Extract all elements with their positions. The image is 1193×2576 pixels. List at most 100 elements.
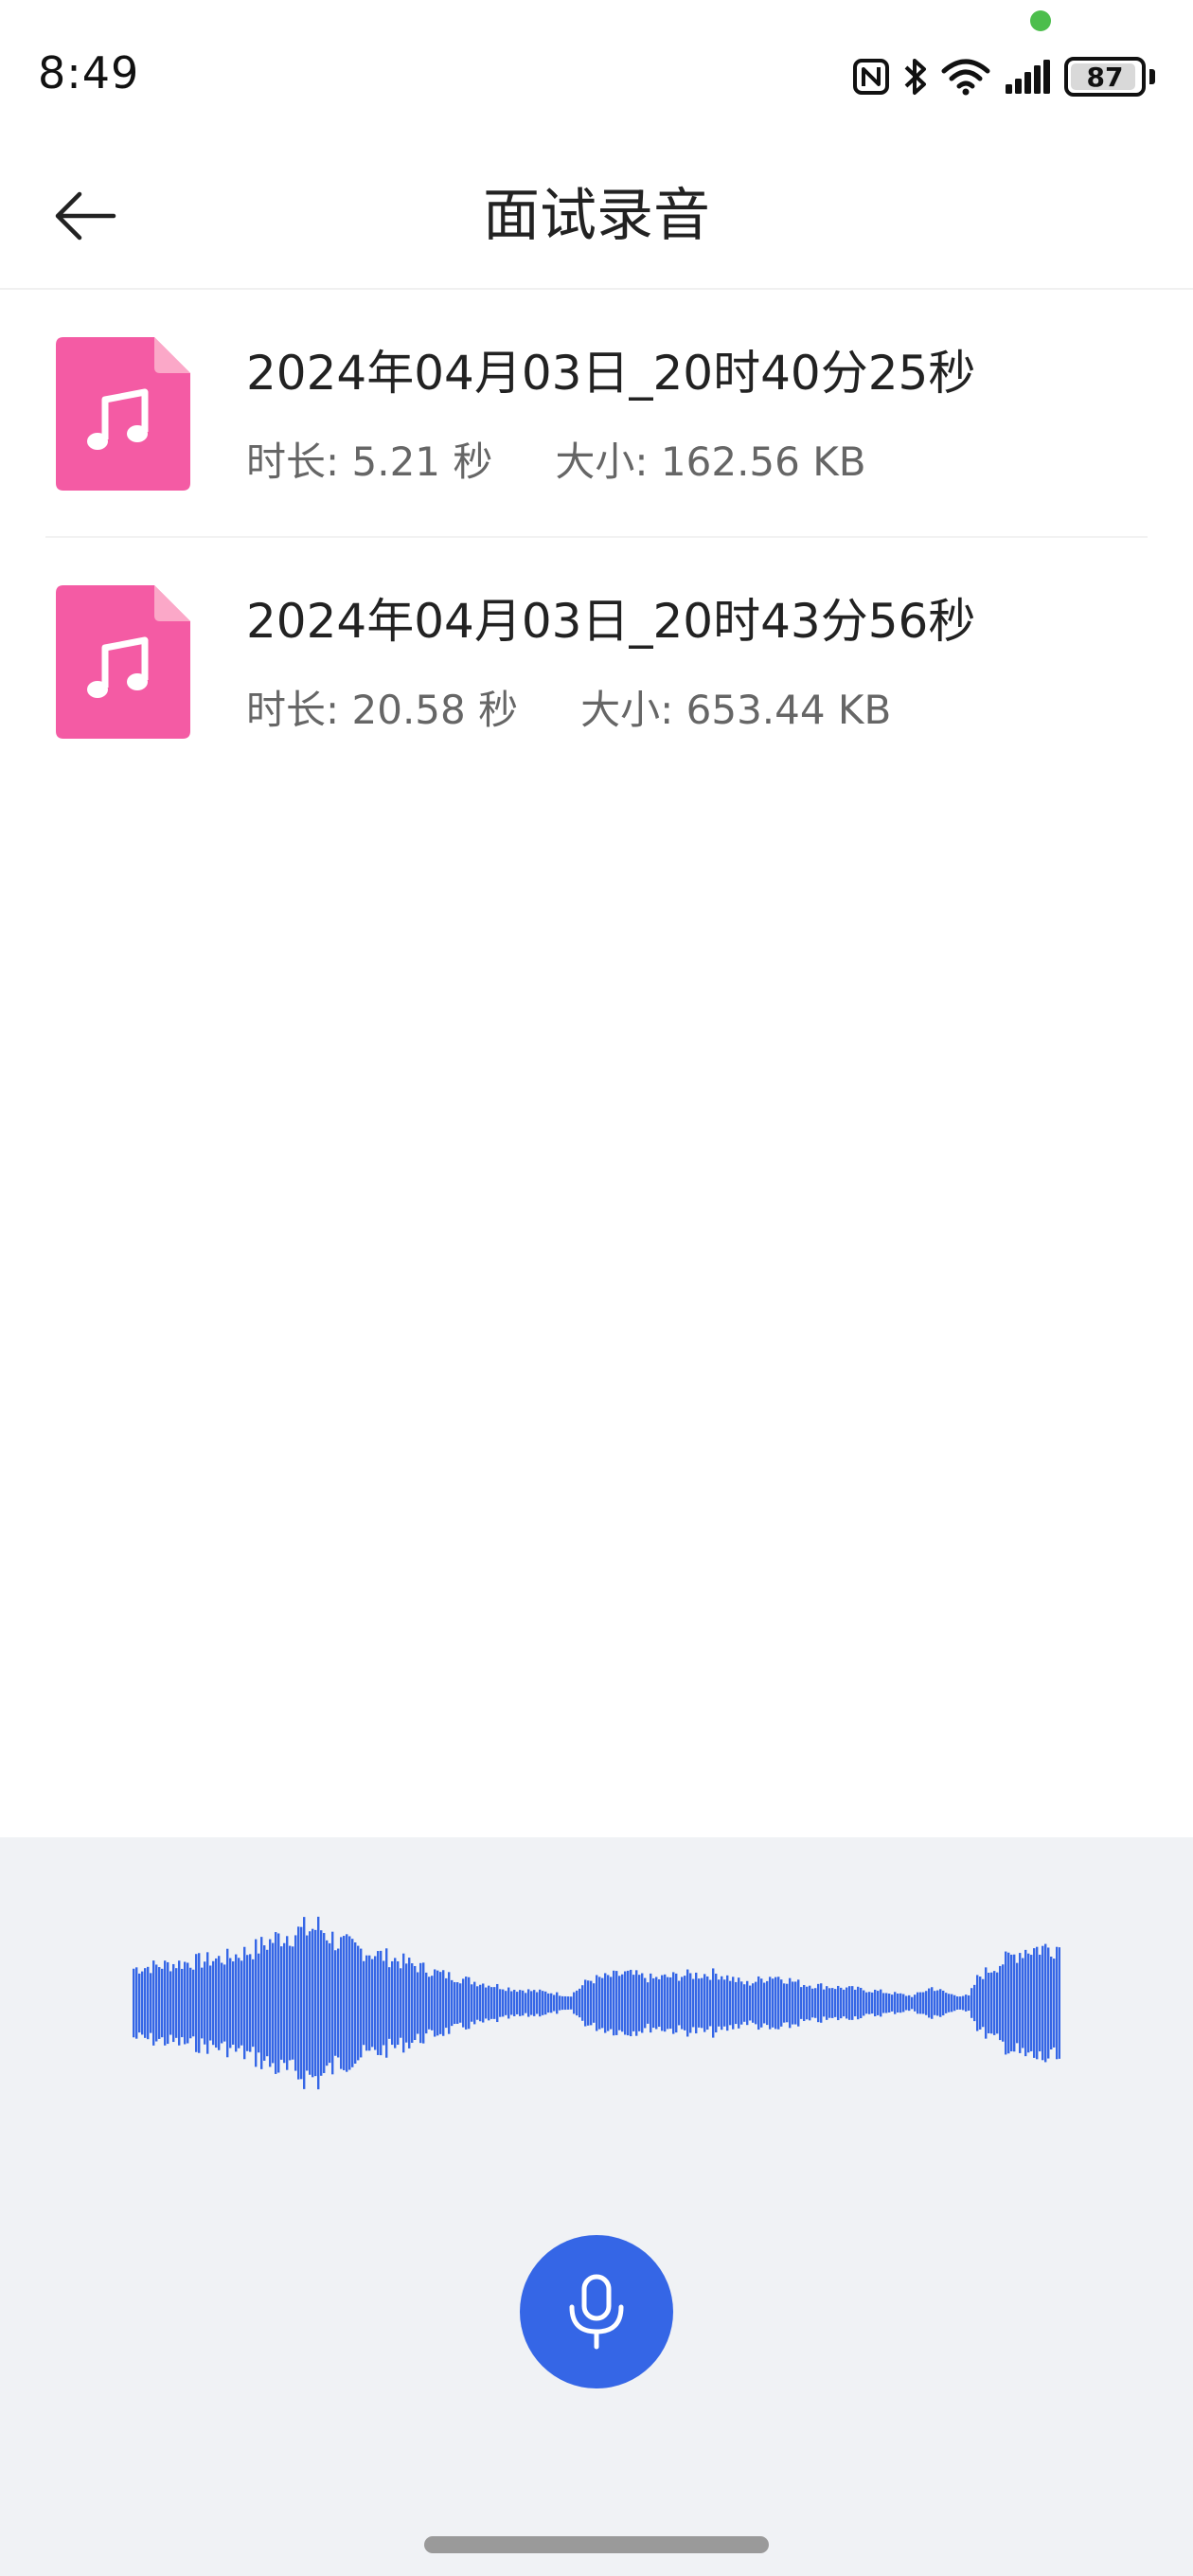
waveform-bar — [718, 1979, 721, 2027]
waveform-bar — [868, 1992, 871, 2014]
waveform-bar — [490, 1987, 493, 2019]
waveform-bar — [1019, 1953, 1022, 2053]
duration-value: 5.21 秒 — [351, 438, 493, 485]
waveform-bar — [755, 1981, 757, 2025]
waveform-bar — [172, 1963, 175, 2043]
waveform-bar — [939, 1989, 942, 2017]
waveform-bar — [204, 1961, 206, 2045]
battery-icon: 87 — [1064, 57, 1146, 97]
waveform-bar — [252, 1959, 255, 2048]
waveform-bar — [880, 1989, 882, 2017]
waveform-bar — [331, 1931, 334, 2075]
waveform-bar — [218, 1956, 221, 2050]
waveform-bar — [141, 1971, 144, 2035]
waveform-bar — [1016, 1962, 1019, 2044]
waveform-bar — [354, 1942, 357, 2064]
waveform-bar — [811, 1988, 814, 2018]
waveform-bar — [1022, 1958, 1024, 2048]
waveform-bar — [749, 1985, 752, 2021]
waveform-bar — [789, 1977, 792, 2029]
recording-item[interactable]: 2024年04月03日_20时43分56秒 时长: 20.58 秒 大小: 65… — [45, 538, 1148, 786]
waveform-bar — [675, 1973, 678, 2033]
waveform-bar — [334, 1950, 337, 2056]
home-indicator[interactable] — [424, 2536, 769, 2553]
battery-level: 87 — [1086, 61, 1124, 93]
waveform-bar — [187, 1962, 189, 2044]
waveform-bar — [817, 1983, 820, 2023]
waveform-bar — [579, 1988, 581, 2018]
waveform-bar — [397, 1960, 400, 2046]
recording-name: 2024年04月03日_20时40分25秒 — [246, 346, 976, 401]
waveform-bar — [422, 1962, 425, 2044]
waveform-bar — [175, 1968, 178, 2038]
waveform-bar — [135, 1967, 138, 2039]
waveform-bar — [436, 1970, 439, 2036]
waveform-bar — [860, 1987, 863, 2019]
waveform-bar — [865, 1992, 868, 2014]
waveform-bar — [294, 1935, 297, 2071]
waveform-bar — [627, 1970, 630, 2036]
waveform-bar — [632, 1975, 635, 2031]
waveform-bar — [885, 1993, 888, 2013]
waveform-bar — [309, 1931, 312, 2075]
status-icons: 87 — [852, 53, 1155, 100]
waveform-bar — [312, 1928, 314, 2078]
waveform-bar — [905, 1995, 908, 2011]
waveform-bar — [169, 1971, 172, 2035]
record-button[interactable] — [520, 2235, 673, 2388]
waveform-bar — [587, 1980, 590, 2026]
waveform-bar — [877, 1991, 880, 2015]
waveform-bar — [990, 1972, 993, 2034]
waveform-bar — [1053, 1959, 1056, 2048]
waveform-bar — [593, 1983, 596, 2023]
waveform-bar — [223, 1964, 226, 2042]
waveform-bar — [465, 1977, 468, 2030]
waveform-bar — [908, 1995, 911, 2012]
waveform-bar — [934, 1991, 936, 2015]
waveform-bar — [505, 1991, 507, 2015]
waveform-bar — [371, 1959, 374, 2048]
wifi-icon — [941, 59, 990, 96]
audio-waveform — [133, 1916, 1060, 2090]
waveform-bar — [772, 1978, 775, 2028]
waveform-bar — [198, 1953, 201, 2053]
waveform-bar — [638, 1975, 641, 2031]
waveform-bar — [527, 1989, 530, 2017]
waveform-bar — [471, 1984, 473, 2022]
waveform-bar — [385, 1948, 388, 2058]
waveform-bar — [775, 1977, 777, 2030]
music-file-icon — [56, 585, 190, 739]
waveform-bar — [914, 1995, 917, 2012]
waveform-bar — [783, 1983, 786, 2023]
waveform-bar — [936, 1990, 939, 2016]
waveform-bar — [721, 1976, 723, 2030]
waveform-bar — [405, 1963, 408, 2043]
recording-meta: 时长: 20.58 秒 大小: 653.44 KB — [246, 678, 891, 736]
waveform-bar — [351, 1939, 354, 2067]
waveform-bar — [221, 1962, 223, 2044]
waveform-bar — [161, 1968, 164, 2038]
waveform-bar — [846, 1987, 848, 2019]
waveform-bar — [894, 1992, 897, 2014]
waveform-bar — [823, 1989, 826, 2017]
waveform-bar — [951, 1994, 953, 2012]
microphone-icon — [569, 2274, 624, 2350]
recording-size: 大小: 653.44 KB — [580, 678, 891, 736]
waveform-bar — [840, 1987, 843, 2019]
waveform-bar — [1030, 1955, 1033, 2051]
waveform-bar — [678, 1980, 681, 2026]
waveform-bar — [689, 1973, 692, 2033]
waveform-bar — [706, 1976, 709, 2030]
waveform-bar — [476, 1986, 479, 2020]
waveform-bar — [314, 1929, 317, 2077]
waveform-bar — [357, 1945, 360, 2061]
waveform-bar — [899, 1993, 902, 2013]
waveform-bar — [681, 1977, 684, 2030]
waveform-bar — [970, 1988, 973, 2018]
waveform-bar — [232, 1961, 235, 2045]
waveform-bar — [462, 1978, 465, 2028]
waveform-bar — [647, 1982, 650, 2024]
recording-item[interactable]: 2024年04月03日_20时40分25秒 时长: 5.21 秒 大小: 162… — [45, 290, 1148, 538]
waveform-bar — [510, 1991, 513, 2015]
waveform-bar — [641, 1973, 644, 2033]
